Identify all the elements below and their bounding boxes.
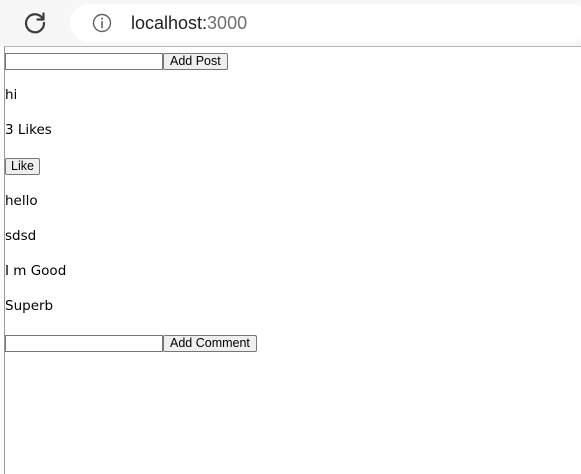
add-post-button[interactable]: Add Post — [163, 52, 228, 70]
comment-item: hello — [5, 193, 38, 209]
likes-count: 3 Likes — [5, 122, 52, 138]
url-port: 3000 — [207, 13, 248, 33]
reload-icon[interactable] — [22, 10, 48, 36]
post-form: Add Post — [5, 52, 228, 70]
comment-input[interactable] — [5, 334, 163, 352]
address-bar[interactable]: localhost:3000 — [70, 4, 581, 42]
info-icon[interactable] — [92, 13, 112, 33]
comment-item: I m Good — [5, 263, 67, 279]
comment-item: sdsd — [5, 228, 37, 244]
url-host: localhost: — [131, 13, 208, 33]
browser-toolbar: localhost:3000 — [0, 0, 581, 46]
like-button[interactable]: Like — [5, 157, 40, 175]
comment-item: Superb — [5, 298, 54, 314]
browser-window: localhost:3000 Add Post hi 3 Likes Like … — [0, 0, 581, 474]
url-text[interactable]: localhost:3000 — [131, 12, 247, 34]
like-row: Like — [5, 157, 40, 175]
post-text: hi — [5, 87, 18, 103]
add-comment-button[interactable]: Add Comment — [163, 334, 257, 352]
page-viewport: Add Post hi 3 Likes Like hello sdsd I m … — [4, 46, 581, 474]
comment-form: Add Comment — [5, 334, 257, 352]
post-input[interactable] — [5, 52, 163, 70]
